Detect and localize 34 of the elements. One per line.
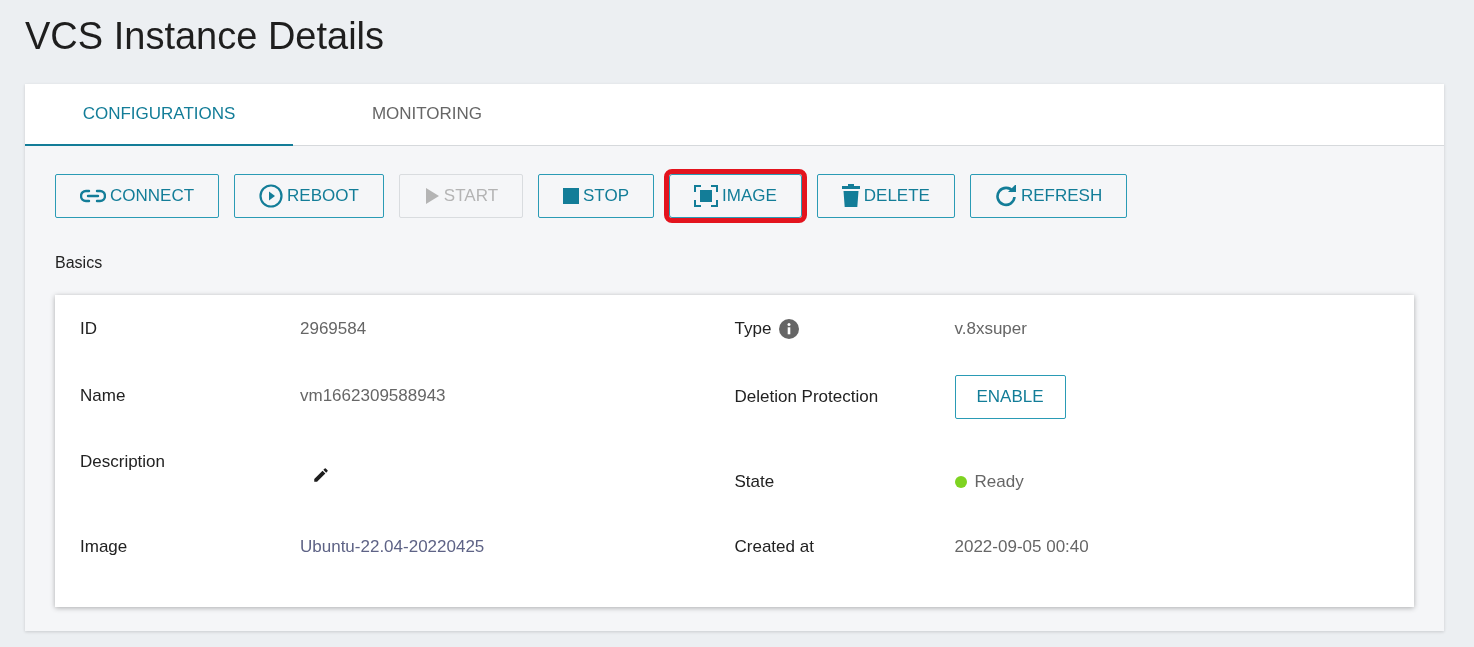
info-icon[interactable] [779,319,800,339]
field-label: Name [80,386,127,406]
play-circle-icon [259,184,284,208]
pencil-icon [312,466,330,484]
frame-icon [694,185,718,207]
field-value: vm1662309588943 [300,386,447,406]
field-value: 2969584 [300,319,368,339]
trash-icon [841,184,860,208]
field-label: Created at [734,537,815,557]
field-value: 2022-09-05 00:40 [954,537,1090,557]
field-label: Type [734,319,772,339]
action-button[interactable]: CONNECT [55,174,220,218]
edit-button[interactable] [312,466,330,484]
tab[interactable]: CONFIGURATIONS [25,84,293,146]
tab[interactable]: MONITORING [293,84,561,146]
action-button[interactable]: STOP [538,174,654,218]
play-icon [423,187,440,205]
image-name: Ubuntu-22.04-20220425 [300,537,486,557]
field-value: v.8xsuper [954,319,1028,339]
section-title: Basics [55,254,104,272]
page-title: VCS Instance Details [25,14,386,58]
link-icon [80,189,106,203]
refresh-icon [994,185,1017,207]
action-button[interactable]: DELETE [816,174,955,218]
status-text: Ready [974,472,1024,492]
field-label: Description [80,452,167,472]
action-button[interactable]: REBOOT [234,174,384,218]
field-label: State [734,472,776,492]
action-button[interactable]: REFRESH [969,174,1128,218]
field-label: ID [80,319,98,339]
stop-icon [563,188,579,204]
enable-button[interactable]: ENABLE [954,375,1066,419]
field-label: Image [80,537,129,557]
field-label: Deletion Protection [734,387,880,407]
